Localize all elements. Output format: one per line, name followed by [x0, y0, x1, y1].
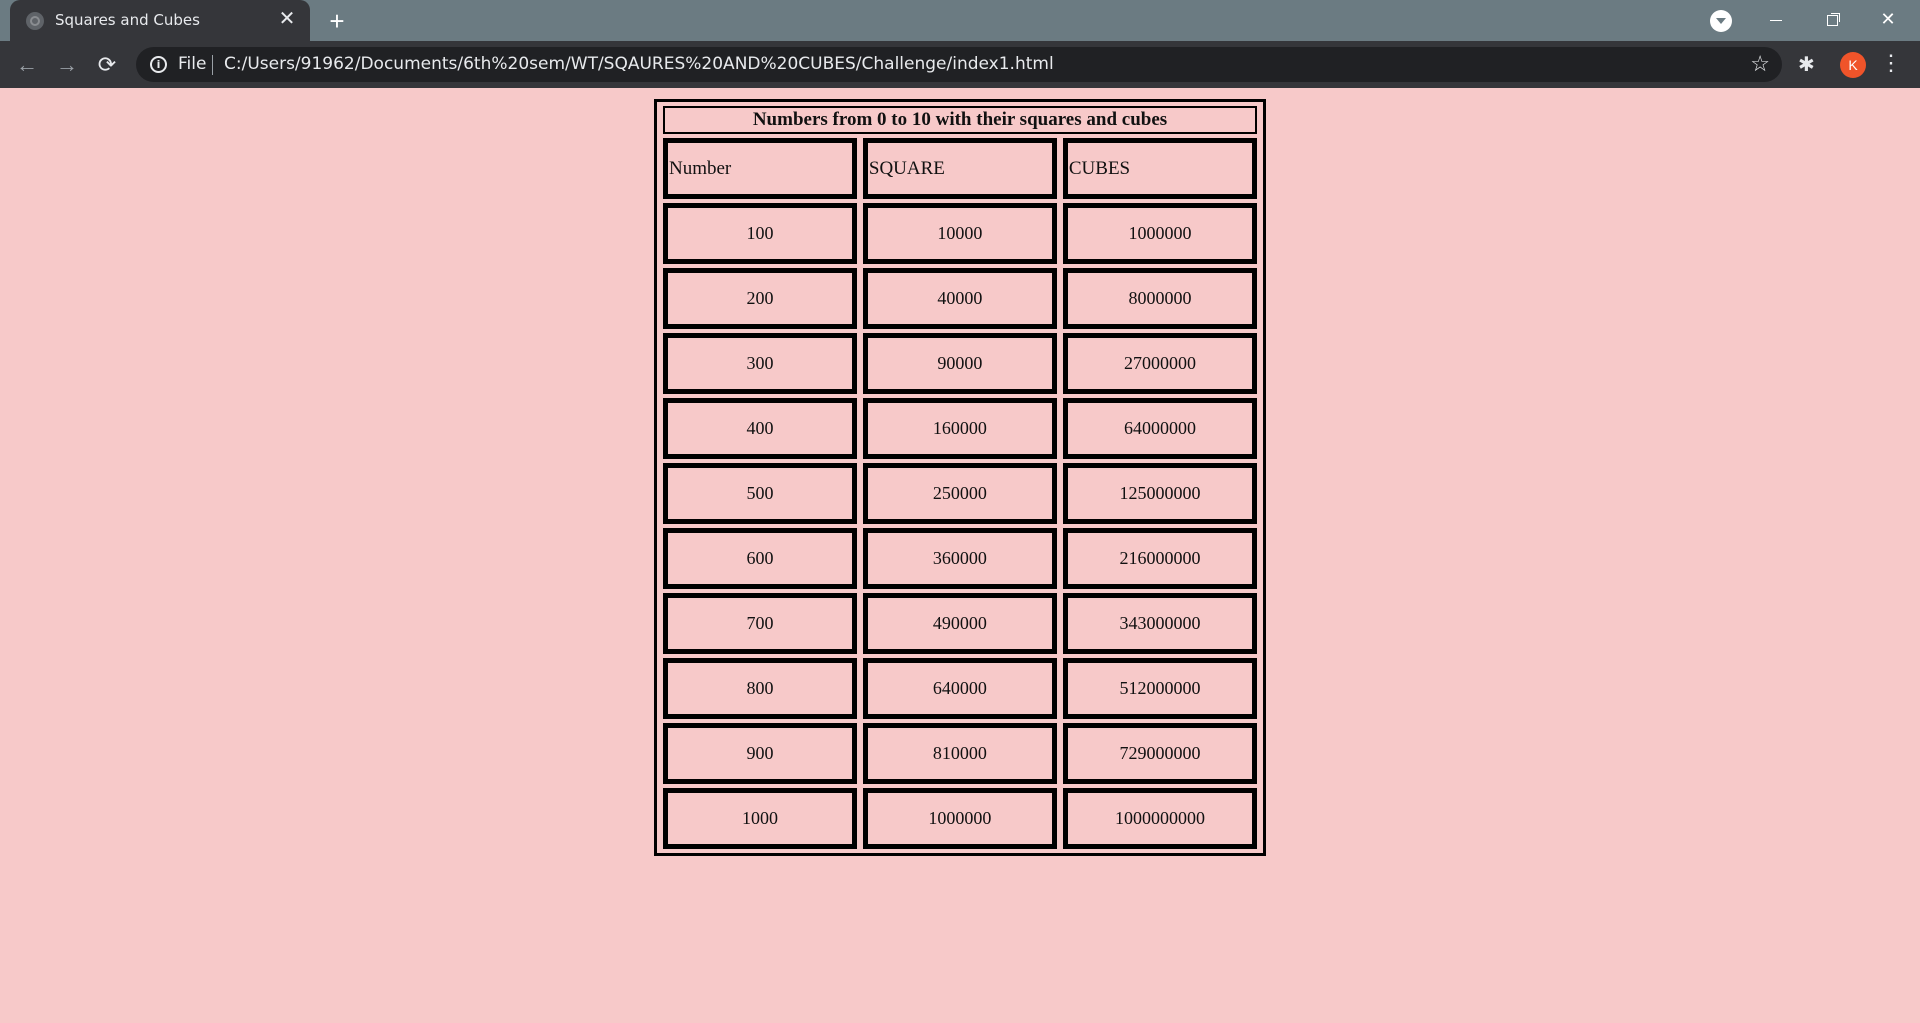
close-window-button[interactable]: ✕	[1860, 0, 1916, 41]
tab-strip: Squares and Cubes ✕ + ✕	[0, 0, 1920, 41]
back-icon[interactable]: ←	[12, 50, 42, 80]
header-square: SQUARE	[862, 138, 1057, 199]
info-icon[interactable]: i	[150, 56, 167, 73]
square-cell: 90000	[862, 333, 1057, 394]
browser-toolbar: ← → ⟳ i File C:/Users/91962/Documents/6t…	[0, 41, 1920, 88]
square-cell: 160000	[862, 398, 1057, 459]
cube-cell: 64000000	[1062, 398, 1257, 459]
number-cell: 700	[663, 593, 857, 654]
globe-icon	[26, 12, 44, 30]
square-cell: 640000	[862, 658, 1057, 719]
title-row: Numbers from 0 to 10 with their squares …	[663, 106, 1257, 134]
minimize-icon	[1770, 19, 1782, 21]
divider	[212, 55, 213, 75]
number-cell: 500	[663, 463, 857, 524]
url-text[interactable]: C:/Users/91962/Documents/6th%20sem/WT/SQ…	[224, 54, 1054, 74]
close-tab-icon[interactable]: ✕	[276, 8, 298, 30]
square-cell: 1000000	[862, 788, 1057, 849]
number-cell: 600	[663, 528, 857, 589]
square-cell: 10000	[862, 203, 1057, 264]
header-number: Number	[663, 138, 857, 199]
table-row: 500 250000 125000000	[663, 463, 1257, 524]
new-tab-button[interactable]: +	[322, 6, 352, 36]
table-row: 200 40000 8000000	[663, 268, 1257, 329]
file-label: File	[178, 54, 207, 74]
bookmark-star-icon[interactable]: ☆	[1750, 51, 1770, 77]
cube-cell: 8000000	[1062, 268, 1257, 329]
address-bar[interactable]: i File C:/Users/91962/Documents/6th%20se…	[136, 47, 1782, 82]
extensions-icon[interactable]: ✱	[1798, 52, 1815, 77]
cube-cell: 216000000	[1062, 528, 1257, 589]
number-cell: 900	[663, 723, 857, 784]
square-cell: 490000	[862, 593, 1057, 654]
table-row: 900 810000 729000000	[663, 723, 1257, 784]
minimize-button[interactable]	[1748, 0, 1804, 41]
table-row: 800 640000 512000000	[663, 658, 1257, 719]
number-cell: 1000	[663, 788, 857, 849]
square-cell: 360000	[862, 528, 1057, 589]
cube-cell: 1000000000	[1062, 788, 1257, 849]
cube-cell: 1000000	[1062, 203, 1257, 264]
restore-icon	[1826, 14, 1838, 26]
number-cell: 300	[663, 333, 857, 394]
table-row: 600 360000 216000000	[663, 528, 1257, 589]
table-row: 1000 1000000 1000000000	[663, 788, 1257, 849]
table-row: 300 90000 27000000	[663, 333, 1257, 394]
table-row: 100 10000 1000000	[663, 203, 1257, 264]
number-cell: 100	[663, 203, 857, 264]
header-cubes: CUBES	[1062, 138, 1257, 199]
number-cell: 800	[663, 658, 857, 719]
square-cell: 810000	[862, 723, 1057, 784]
profile-avatar[interactable]: K	[1840, 52, 1866, 78]
table-title: Numbers from 0 to 10 with their squares …	[663, 106, 1257, 134]
reload-icon[interactable]: ⟳	[92, 50, 122, 80]
browser-tab[interactable]: Squares and Cubes ✕	[10, 0, 310, 41]
cube-cell: 125000000	[1062, 463, 1257, 524]
table-row: 400 160000 64000000	[663, 398, 1257, 459]
number-cell: 400	[663, 398, 857, 459]
header-row: Number SQUARE CUBES	[663, 138, 1257, 199]
table-row: 700 490000 343000000	[663, 593, 1257, 654]
tab-search-icon[interactable]	[1710, 10, 1732, 32]
square-cell: 40000	[862, 268, 1057, 329]
restore-button[interactable]	[1804, 0, 1860, 41]
menu-icon[interactable]: ⋮	[1880, 50, 1902, 76]
cube-cell: 27000000	[1062, 333, 1257, 394]
tab-title: Squares and Cubes	[55, 11, 200, 29]
cube-cell: 343000000	[1062, 593, 1257, 654]
number-cell: 200	[663, 268, 857, 329]
page-content: Numbers from 0 to 10 with their squares …	[0, 88, 1920, 1023]
squares-cubes-table: Numbers from 0 to 10 with their squares …	[654, 99, 1266, 856]
square-cell: 250000	[862, 463, 1057, 524]
forward-icon[interactable]: →	[52, 50, 82, 80]
cube-cell: 512000000	[1062, 658, 1257, 719]
table-body: Numbers from 0 to 10 with their squares …	[663, 106, 1257, 849]
cube-cell: 729000000	[1062, 723, 1257, 784]
